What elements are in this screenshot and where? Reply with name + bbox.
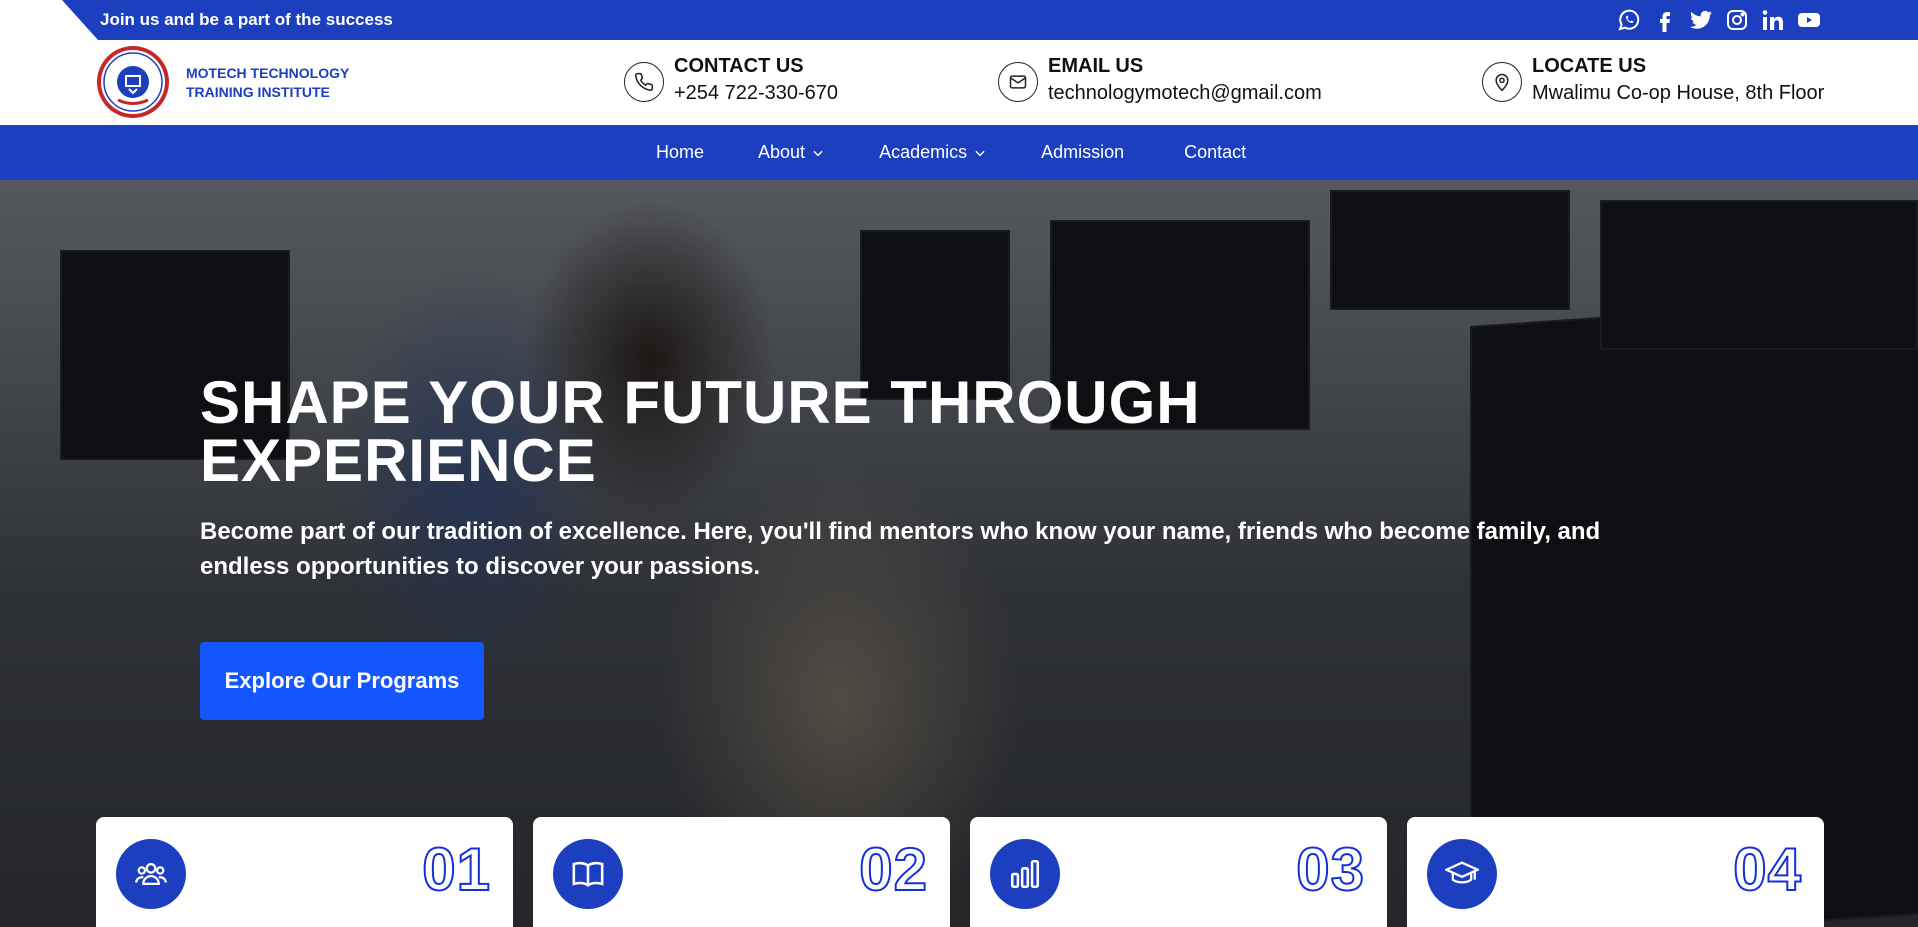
nav-item-about[interactable]: About (758, 142, 825, 163)
institute-logo[interactable] (96, 45, 170, 119)
top-announcement-bar: Join us and be a part of the success (0, 0, 1918, 40)
chevron-down-icon (975, 150, 985, 156)
card-number: 04 (1732, 835, 1802, 904)
hero-title: SHAPE YOUR FUTURE THROUGH EXPERIENCE (200, 373, 1400, 491)
instagram-icon[interactable] (1724, 7, 1750, 33)
youtube-icon[interactable] (1796, 7, 1822, 33)
institute-name-line1: MOTECH TECHNOLOGY (186, 65, 350, 81)
nav-item-contact[interactable]: Contact (1184, 142, 1246, 163)
phone-number[interactable]: +254 722-330-670 (674, 78, 838, 108)
explore-programs-button[interactable]: Explore Our Programs (200, 642, 484, 720)
feature-card-1[interactable]: 01 (96, 817, 513, 927)
main-navigation: Home About Academics Admission Contact (0, 125, 1918, 180)
locate-us-label: LOCATE US (1532, 55, 1647, 77)
nav-item-label: Academics (879, 142, 968, 162)
nav-item-label: Home (656, 142, 705, 162)
nav-item-admission[interactable]: Admission (1041, 142, 1124, 163)
institute-name-line2: TRAINING INSTITUTE (186, 84, 330, 100)
hero-title-line2: EXPERIENCE (200, 427, 597, 494)
contact-us-label: CONTACT US (674, 55, 804, 77)
contact-location-block: LOCATE US Mwalimu Co-op House, 8th Floor (1482, 54, 1824, 108)
social-links (1616, 7, 1822, 33)
bar-chart-icon (990, 839, 1060, 909)
announcement-text: Join us and be a part of the success (100, 10, 393, 29)
feature-card-2[interactable]: 02 (533, 817, 950, 927)
location-pin-icon (1482, 62, 1522, 102)
twitter-icon[interactable] (1688, 7, 1714, 33)
facebook-icon[interactable] (1652, 7, 1678, 33)
card-number: 03 (1295, 835, 1365, 904)
nav-item-home[interactable]: Home (656, 142, 704, 163)
whatsapp-icon[interactable] (1616, 7, 1642, 33)
feature-card-4[interactable]: 04 (1407, 817, 1824, 927)
users-icon (116, 839, 186, 909)
nav-item-label: Admission (1041, 142, 1125, 162)
phone-icon (624, 62, 664, 102)
email-icon (998, 62, 1038, 102)
contact-header: MOTECH TECHNOLOGY TRAINING INSTITUTE CON… (0, 40, 1918, 125)
feature-card-3[interactable]: 03 (970, 817, 1387, 927)
nav-item-label: About (758, 142, 806, 162)
institute-name: MOTECH TECHNOLOGY TRAINING INSTITUTE (186, 64, 386, 102)
hero-subtitle: Become part of our tradition of excellen… (200, 518, 1601, 580)
card-number: 02 (858, 835, 928, 904)
book-icon (553, 839, 623, 909)
card-number: 01 (421, 835, 491, 904)
contact-phone-block: CONTACT US +254 722-330-670 (624, 54, 838, 108)
email-address[interactable]: technologymotech@gmail.com (1048, 78, 1322, 108)
chevron-down-icon (813, 150, 823, 156)
hero-title-line1: SHAPE YOUR FUTURE THROUGH (200, 369, 1201, 436)
hero-section: SHAPE YOUR FUTURE THROUGH EXPERIENCE Bec… (0, 180, 1918, 927)
nav-item-academics[interactable]: Academics (879, 142, 987, 163)
contact-email-block: EMAIL US technologymotech@gmail.com (998, 54, 1322, 108)
nav-item-label: Contact (1184, 142, 1247, 162)
email-us-label: EMAIL US (1048, 55, 1144, 77)
location-address: Mwalimu Co-op House, 8th Floor (1532, 82, 1825, 104)
graduation-cap-icon (1427, 839, 1497, 909)
linkedin-icon[interactable] (1760, 7, 1786, 33)
